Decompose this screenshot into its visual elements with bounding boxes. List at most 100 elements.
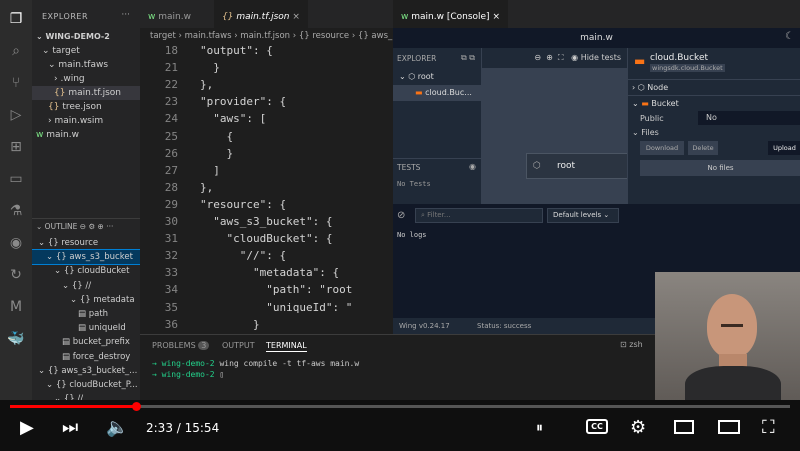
tree-item-dot-wing[interactable]: › .wing [32,72,140,86]
line-number: 30 [164,215,178,228]
code-line: }, [200,78,214,92]
canvas-toolbar: ⊖ ⊕ ⛶ ◉ Hide tests [482,48,627,68]
root-node[interactable]: ⬡ root [526,153,636,179]
settings-icon[interactable]: ⚙ [630,417,646,438]
fit-icon[interactable]: ⛶ [558,53,564,62]
tree-root[interactable]: ⌄ ⬡ root [393,69,481,85]
tree-item-main-tf-json[interactable]: {} main.tf.json [32,86,140,100]
docker-icon[interactable]: 🐳 [7,330,25,348]
upload-button[interactable]: Upload [768,141,800,155]
outline-item-selected[interactable]: ⌄ {} aws_s3_bucket [32,249,140,266]
code-line: "path": "root [200,283,353,297]
testing-icon[interactable]: ⚗ [7,202,25,220]
search-icon[interactable]: ⌕ [7,42,25,60]
progress-knob[interactable] [131,402,141,411]
tree-item-main-tfaws[interactable]: ⌄ main.tfaws [32,58,140,72]
code-line: } [200,146,234,160]
line-number: 29 [164,197,178,211]
next-icon[interactable]: ⏭ [62,417,78,438]
outline-item[interactable]: ⌄ {} cloudBucket_P... [32,378,140,392]
zoom-in-icon[interactable]: ⊕ [546,53,553,62]
line-number: 36 [164,317,178,331]
time-display: 2:33 / 15:54 [146,421,220,435]
run-debug-icon[interactable]: ▷ [7,106,25,124]
more-icon[interactable]: ··· [121,10,130,20]
outline-item[interactable]: ⌄ {} resource [32,236,140,250]
captions-icon[interactable]: CC [586,419,608,434]
files-icon[interactable]: ❐ [7,10,25,28]
outline-item[interactable]: ▤ force_destroy [32,350,140,364]
outline-item[interactable]: ⌄ {} cloudBucket [32,264,140,278]
tree-item-main-w[interactable]: w main.w [32,128,140,142]
node-section[interactable]: › ⬡ Node [628,79,800,95]
code-line: } [200,317,260,331]
files-label[interactable]: ⌄ Files [632,128,659,137]
public-value: No [698,111,800,125]
theater-icon[interactable] [718,420,740,434]
source-control-icon[interactable]: ⑂ [7,74,25,92]
download-button[interactable]: Download [640,141,684,155]
fullscreen-icon[interactable]: ⛶ [762,417,775,438]
tree-item-target[interactable]: ⌄ target [32,44,140,58]
status-text: Status: success [477,322,532,330]
problems-badge: 3 [198,341,210,350]
markdown-icon[interactable]: M [7,298,25,316]
progress-bar[interactable] [10,402,790,411]
volume-icon[interactable]: 🔈 [106,417,128,438]
outline-item[interactable]: ⌄ {} aws_s3_bucket_... [32,364,140,378]
tests-section: TESTS ◉ No Tests [393,158,482,203]
cube-icon: ⬡ [533,161,541,171]
clear-logs-icon[interactable]: ⊘ [397,210,405,221]
tab-problems[interactable]: PROBLEMS 3 [152,341,210,350]
github-icon[interactable]: ◉ [7,234,25,252]
tab-terminal[interactable]: TERMINAL [266,341,307,352]
tree-bucket[interactable]: ▬ cloud.Buc... [393,85,481,101]
code-line: } [200,61,220,75]
outline-item[interactable]: ▤ uniqueId [32,321,140,335]
live-share-icon[interactable]: ↻ [7,266,25,284]
play-icon[interactable]: ▶ [20,417,34,438]
public-label: Public [640,114,664,123]
autoplay-toggle-icon[interactable]: ⏸ [536,420,543,436]
outline-item[interactable]: ▤ path [32,307,140,321]
miniplayer-icon[interactable] [674,420,694,434]
outline-item[interactable]: ▤ bucket_prefix [32,335,140,349]
close-icon[interactable]: × [292,12,300,22]
bucket-section[interactable]: ⌄ ▬ Bucket [628,95,800,111]
project-folder[interactable]: ⌄ WING-DEMO-2 [32,30,140,44]
code-line: "cloudBucket": { [200,232,333,246]
tab-output[interactable]: OUTPUT [222,341,255,350]
video-player-controls: ▶ ⏭ 🔈 2:33 / 15:54 ⏸ CC ⚙ ⛶ [0,400,800,451]
line-number: 25 [164,129,178,143]
code-line: "resource": { [200,197,287,211]
code-line: "aws_s3_bucket": { [200,215,333,228]
code-line: ] [200,163,220,177]
levels-select[interactable]: Default levels ⌄ [547,208,619,223]
tree-item-tree-json[interactable]: {} tree.json [32,100,140,114]
map-canvas[interactable]: ⊖ ⊕ ⛶ ◉ Hide tests ⬡ root [482,48,636,204]
shell-label[interactable]: ⊡ zsh [620,340,643,349]
line-number: 23 [164,95,178,109]
code-editor[interactable]: 18 "output": {21 } 22}, 23 "provider": {24 "… [140,44,393,334]
wing-explorer: EXPLORER ⧉ ⧉ ⌄ ⬡ root ▬ cloud.Buc... TES… [393,48,482,204]
bucket-icon: ▬ [634,54,646,68]
tree-item-main-wsim[interactable]: › main.wsim [32,114,140,128]
line-number: 21 [164,61,178,75]
remote-explorer-icon[interactable]: ▭ [7,170,25,188]
no-logs-text: No logs [397,231,427,239]
extensions-icon[interactable]: ⊞ [7,138,25,156]
outline-item[interactable]: ⌄ {} metadata [32,293,140,307]
zoom-out-icon[interactable]: ⊖ [534,53,541,62]
filter-input[interactable]: ⌕ Filter... [415,208,543,223]
theme-toggle-icon[interactable]: ☾ [785,31,794,42]
eye-icon[interactable]: ◉ [469,162,476,171]
code-line: }, [200,180,214,194]
delete-button[interactable]: Delete [688,141,718,155]
outline-item[interactable]: ⌄ {} // [32,279,140,293]
collapse-icon[interactable]: ⧉ ⧉ [461,53,475,63]
hide-tests-button[interactable]: ◉ Hide tests [571,53,621,62]
code-line: "output": { [200,44,273,57]
inspector-subtitle: wingsdk.cloud.Bucket [650,64,725,72]
outline-header[interactable]: ⌄ OUTLINE ⊖ ⚙ ⊕ ··· [32,218,140,234]
presenter-eyes [721,324,743,327]
